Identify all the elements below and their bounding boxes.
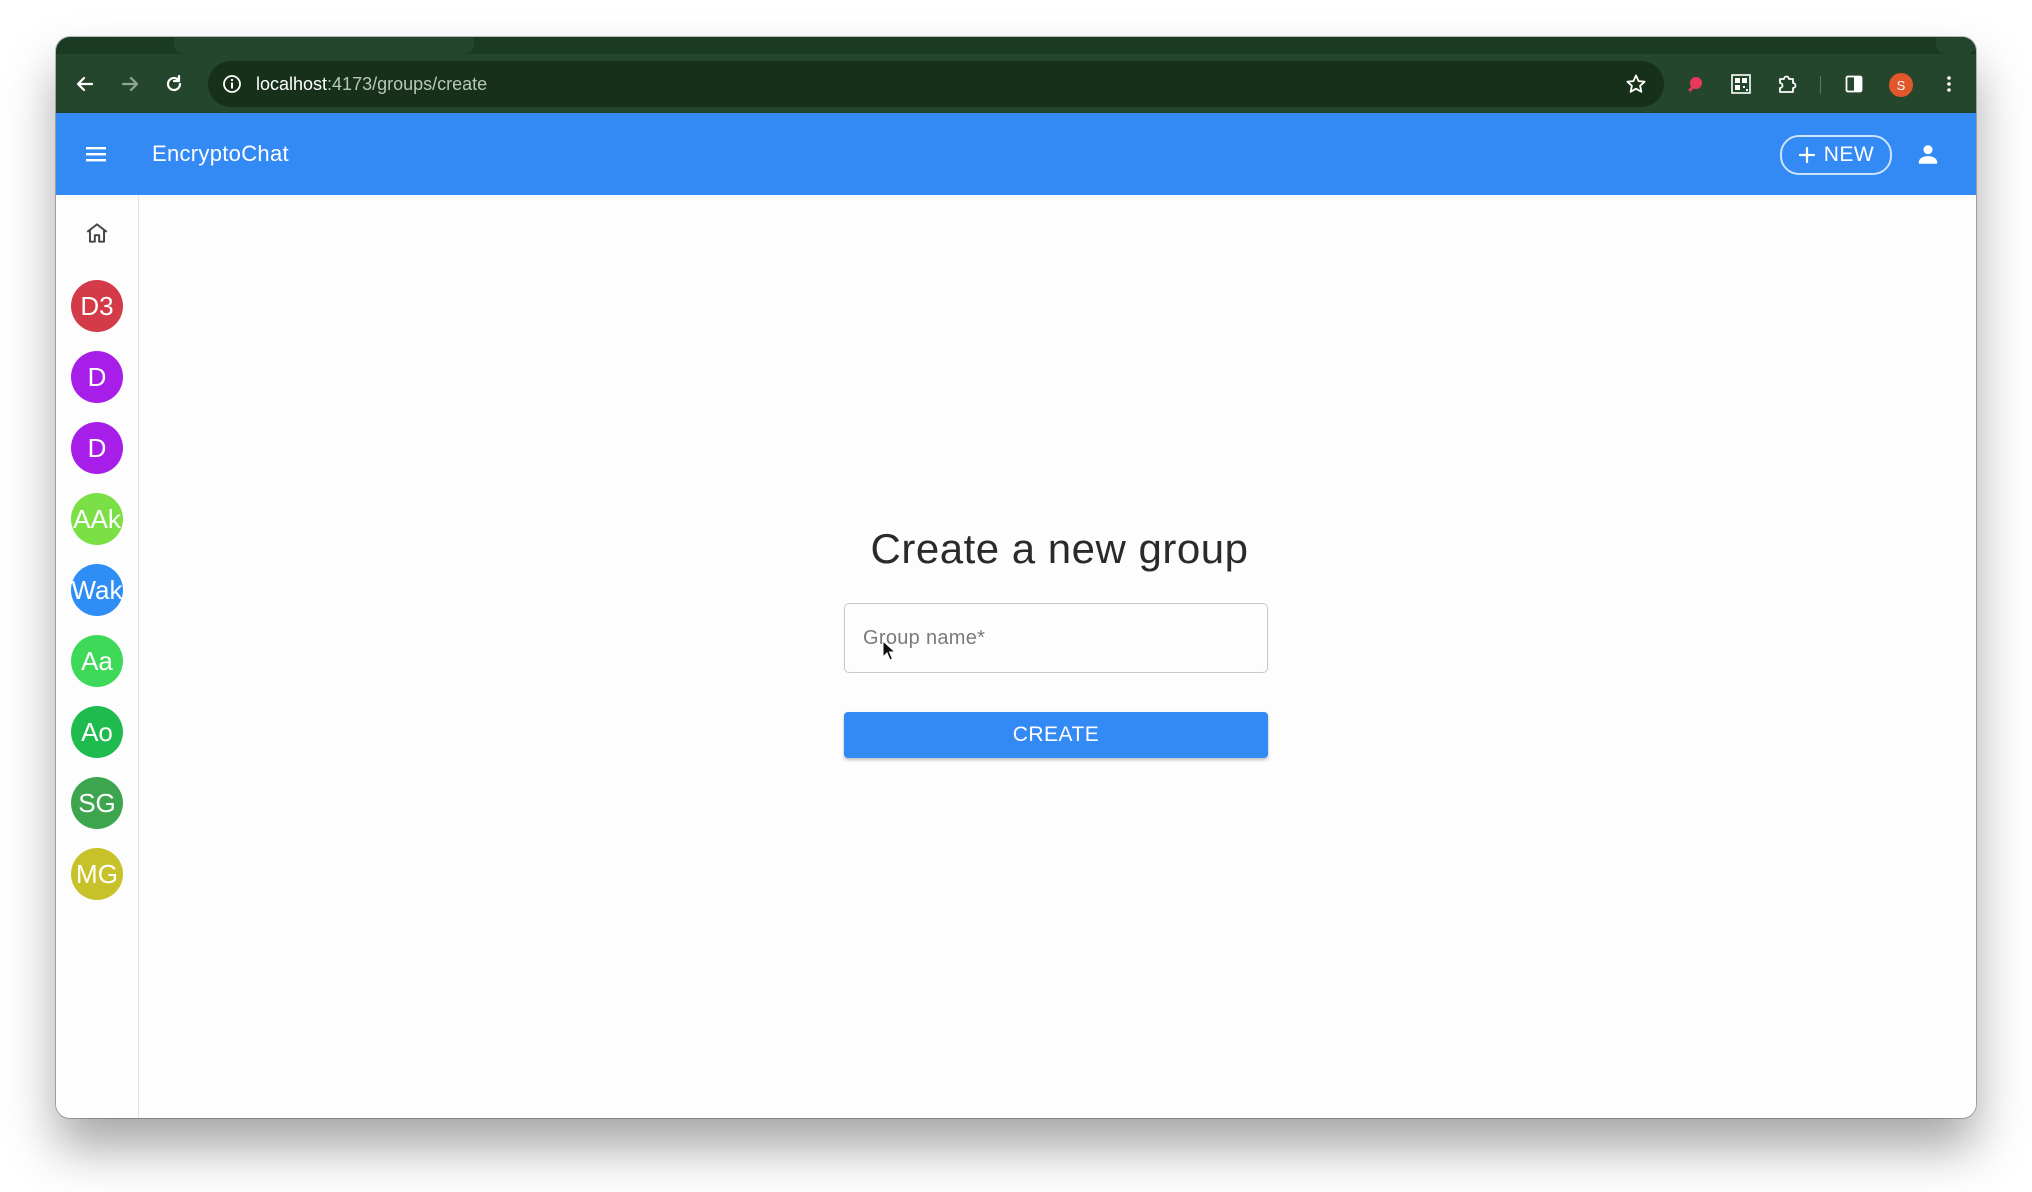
chat-avatar[interactable]: Ao: [71, 706, 123, 758]
site-info-button[interactable]: [218, 70, 246, 98]
chat-avatar[interactable]: MG: [71, 848, 123, 900]
browser-toolbar: localhost:4173/groups/create S: [56, 54, 1976, 113]
active-tab[interactable]: [174, 37, 474, 54]
plus-icon: [1798, 146, 1815, 164]
bookmark-button[interactable]: [1622, 70, 1650, 98]
tab-strip-button[interactable]: [1936, 37, 1976, 54]
chat-avatar[interactable]: Wak: [71, 564, 123, 616]
app-bar: EncryptoChat NEW: [56, 113, 1976, 195]
main-content: Create a new group CREATE: [139, 195, 1976, 1118]
create-button[interactable]: CREATE: [844, 712, 1268, 758]
browser-window: localhost:4173/groups/create S EncryptoC…: [56, 37, 1976, 1118]
extension-button[interactable]: [1678, 67, 1712, 101]
new-button[interactable]: NEW: [1780, 135, 1892, 175]
back-button[interactable]: [68, 67, 102, 101]
reload-button[interactable]: [157, 67, 191, 101]
menu-button[interactable]: [76, 134, 116, 174]
puzzle-icon: [1779, 75, 1797, 93]
pink-extension-icon: [1688, 77, 1702, 92]
chat-avatar[interactable]: D3: [71, 280, 123, 332]
hamburger-menu-icon: [86, 147, 106, 162]
url-host: localhost: [256, 74, 328, 94]
side-panel-button[interactable]: [1837, 67, 1871, 101]
mouse-cursor-icon: [882, 640, 896, 661]
chat-avatar[interactable]: Aa: [71, 635, 123, 687]
group-name-field[interactable]: [844, 603, 1268, 673]
reload-icon: [166, 74, 182, 92]
star-icon: [1626, 74, 1646, 93]
info-icon: [223, 75, 241, 93]
url-path: :4173/groups/create: [327, 74, 488, 94]
side-panel-icon: [1845, 75, 1863, 93]
toolbar-divider: [1820, 76, 1821, 94]
person-icon: [1918, 145, 1938, 164]
chat-avatar[interactable]: AAk: [71, 493, 123, 545]
new-button-label: NEW: [1823, 143, 1875, 166]
address-bar[interactable]: localhost:4173/groups/create: [208, 61, 1664, 107]
home-icon: [86, 223, 108, 243]
tab-strip: [56, 37, 1976, 54]
page-title: Create a new group: [870, 525, 1249, 572]
arrow-right-icon: [121, 76, 139, 92]
chat-avatar[interactable]: D: [71, 422, 123, 474]
browser-menu-button[interactable]: [1932, 67, 1966, 101]
account-button[interactable]: [1908, 134, 1948, 174]
profile-avatar[interactable]: S: [1889, 73, 1913, 97]
sidebar: D3 D D AAk Wak Aa Ao SG MG: [56, 195, 139, 1118]
chat-avatar[interactable]: D: [71, 351, 123, 403]
qr-code-icon: [1731, 74, 1751, 94]
chat-avatar[interactable]: SG: [71, 777, 123, 829]
group-name-input[interactable]: [845, 604, 1267, 672]
qr-extension-button[interactable]: [1724, 67, 1758, 101]
kebab-menu-icon: [1947, 76, 1951, 92]
app-title: EncryptoChat: [152, 141, 289, 166]
arrow-left-icon: [76, 76, 94, 92]
extensions-button[interactable]: [1770, 67, 1804, 101]
forward-button[interactable]: [113, 67, 147, 101]
url-text[interactable]: localhost:4173/groups/create: [256, 61, 487, 107]
home-button[interactable]: [77, 213, 117, 253]
